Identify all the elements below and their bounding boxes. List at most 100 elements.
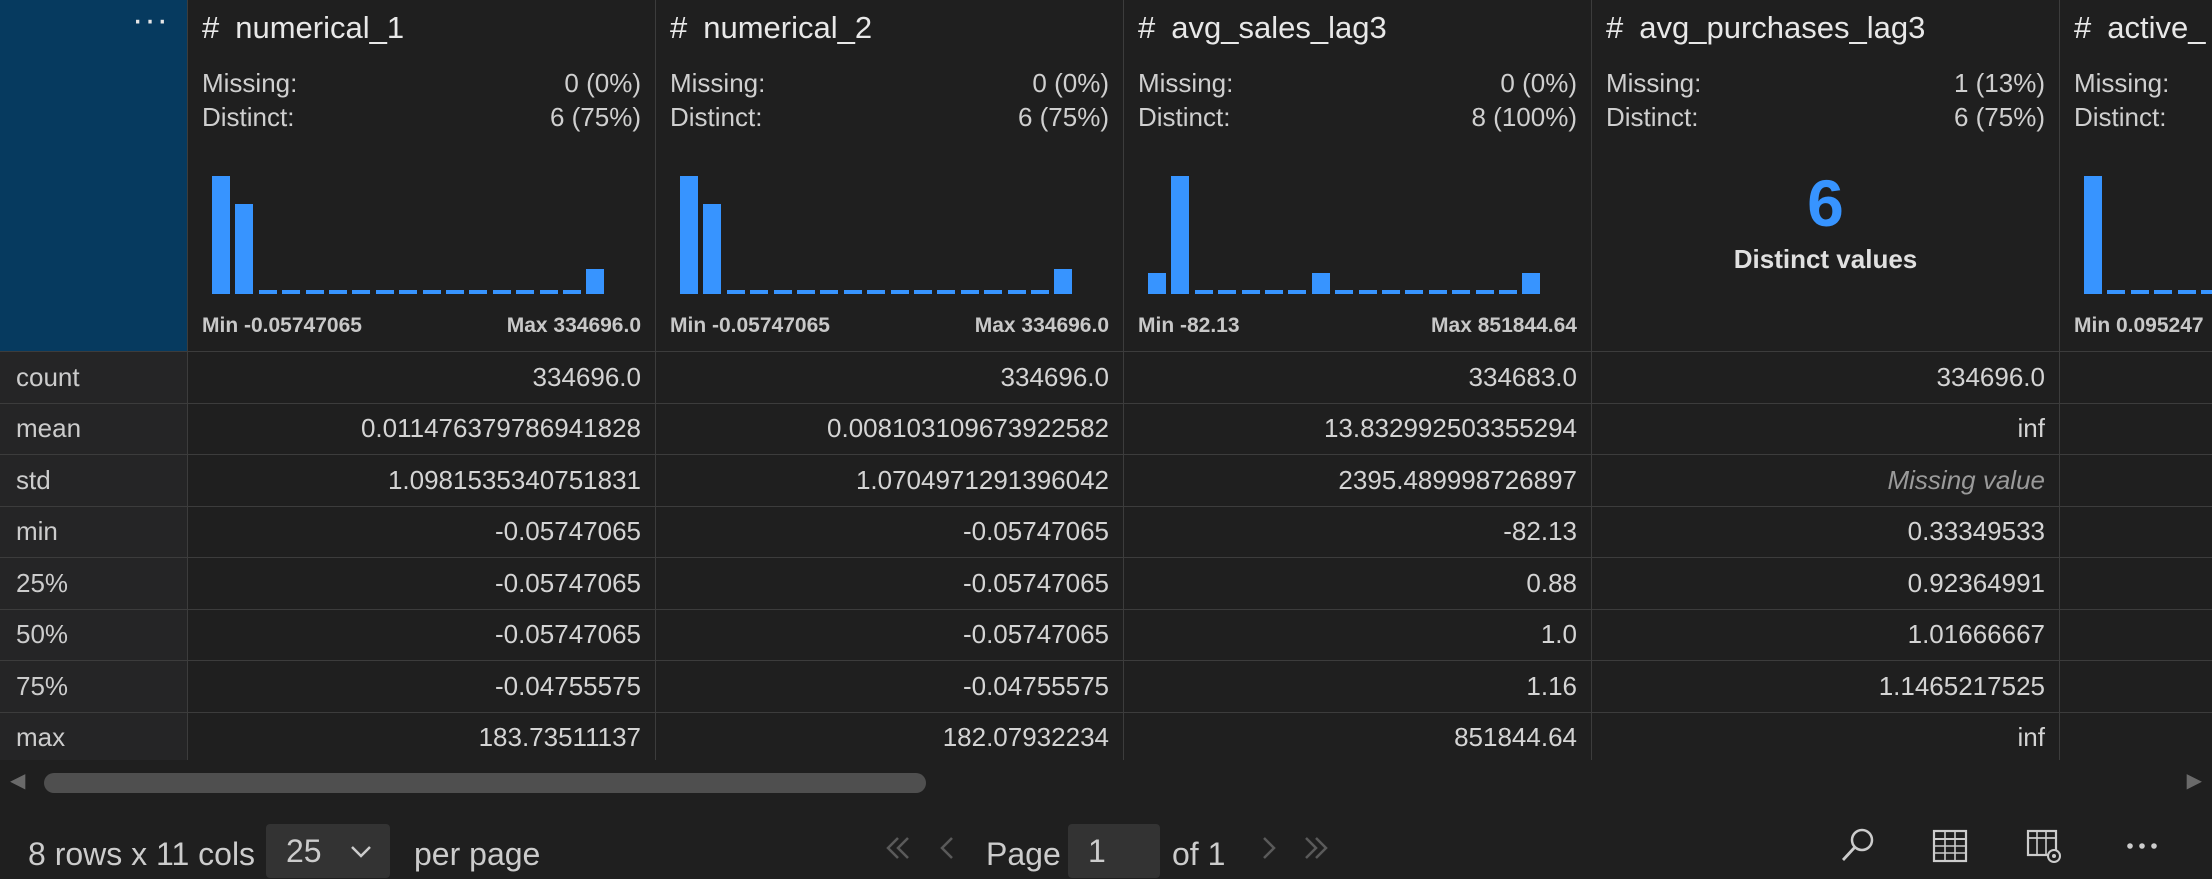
histogram-bar: [703, 204, 722, 294]
per-page-select[interactable]: 25: [266, 824, 390, 878]
table-cell[interactable]: -0.05747065: [656, 609, 1124, 661]
scrollbar-thumb[interactable]: [44, 773, 926, 793]
table-cell[interactable]: 0.33349533: [1592, 506, 2060, 558]
histogram-bar: [352, 290, 371, 294]
histogram-bar: [235, 204, 254, 294]
table-cell[interactable]: -0.05747065: [656, 506, 1124, 558]
histogram-bar: [843, 290, 862, 294]
column-header-active[interactable]: # active_ Missing: Distinct: Min 0.095247: [2060, 0, 2212, 352]
table-cell[interactable]: 182.07932234: [656, 712, 1124, 760]
table-cell[interactable]: 1.0704971291396042: [656, 455, 1124, 507]
histogram-bar: [329, 290, 347, 294]
distinct-stat: Distinct: 6 (75%): [202, 102, 641, 133]
table-cell[interactable]: 334683.0: [1124, 352, 1592, 404]
table-cell[interactable]: -0.04755575: [188, 661, 656, 713]
table-cell[interactable]: [2060, 558, 2212, 610]
histogram-bar: [890, 290, 909, 294]
histogram-bar: [1218, 290, 1237, 294]
column-header-numerical-2[interactable]: # numerical_2 Missing: 0 (0%) Distinct: 6 (…: [656, 0, 1124, 352]
distinct-label: Distinct:: [2074, 102, 2167, 132]
table-cell[interactable]: 334696.0: [1592, 352, 2060, 404]
table-cell[interactable]: -0.04755575: [656, 661, 1124, 713]
missing-stat: Missing:: [2074, 68, 2212, 99]
histogram-bar: [937, 290, 956, 294]
column-header-numerical-1[interactable]: # numerical_1 Missing: 0 (0%) Distinct: 6 (…: [188, 0, 656, 352]
table-cell[interactable]: 0.008103109673922582: [656, 403, 1124, 455]
table-cell[interactable]: 334696.0: [656, 352, 1124, 404]
scroll-right-icon[interactable]: ▶: [2187, 768, 2202, 793]
histogram-bar: [1031, 290, 1049, 294]
search-icon[interactable]: [1836, 824, 1880, 868]
table-settings-icon[interactable]: [2022, 824, 2066, 868]
row-label-min: min: [0, 506, 188, 558]
histogram-bar: [1148, 272, 1166, 294]
histogram: [1148, 170, 1588, 294]
column-title: # numerical_1: [202, 10, 404, 46]
more-icon[interactable]: [2120, 824, 2164, 868]
table-cell[interactable]: 1.1465217525: [1592, 661, 2060, 713]
histogram-bar: [586, 269, 605, 294]
table-icon[interactable]: [1928, 824, 1972, 868]
table-cell[interactable]: 1.01666667: [1592, 609, 2060, 661]
histogram-bar: [1288, 290, 1307, 294]
first-page-icon[interactable]: [880, 830, 916, 866]
missing-value-cell[interactable]: Missing value: [1592, 455, 2060, 507]
column-name: avg_sales_lag3: [1171, 10, 1387, 45]
table-cell[interactable]: -0.05747065: [656, 558, 1124, 610]
table-cell[interactable]: 334696.0: [188, 352, 656, 404]
table-cell[interactable]: [2060, 404, 2212, 455]
histogram-bar: [446, 290, 464, 294]
table-cell[interactable]: 2395.489998726897: [1124, 455, 1592, 507]
table-cell[interactable]: 1.16: [1124, 661, 1592, 713]
histogram-bar: [984, 290, 1003, 294]
table-cell[interactable]: 0.011476379786941828: [188, 403, 656, 455]
table-cell[interactable]: [2060, 507, 2212, 558]
distinct-values-caption: Distinct values: [1733, 244, 1918, 274]
histogram-bar: [2130, 290, 2149, 294]
prev-page-icon[interactable]: [930, 830, 966, 866]
table-cell[interactable]: 0.88: [1124, 558, 1592, 610]
data-grid-viewport: ··· # numerical_1 Missing: 0 (0%) Distinct…: [0, 0, 2212, 760]
table-cell[interactable]: 1.0: [1124, 609, 1592, 661]
histogram-bar: [539, 290, 558, 294]
table-cell[interactable]: -0.05747065: [188, 558, 656, 610]
histogram-bar: [1382, 290, 1400, 294]
horizontal-scrollbar[interactable]: ◀ ▶: [0, 764, 2212, 800]
column-name: active_: [2107, 10, 2206, 45]
scroll-left-icon[interactable]: ◀: [10, 768, 25, 793]
table-cell[interactable]: 1.0981535340751831: [188, 455, 656, 507]
table-cell[interactable]: [2060, 713, 2212, 761]
table-cell[interactable]: [2060, 455, 2212, 507]
distinct-value: 6 (75%): [1017, 102, 1109, 132]
table-cell[interactable]: inf: [1592, 403, 2060, 455]
histogram-bar: [1054, 269, 1073, 294]
table-cell[interactable]: 851844.64: [1124, 712, 1592, 760]
histogram: [212, 170, 652, 294]
table-cell[interactable]: 0.92364991: [1592, 558, 2060, 610]
table-cell[interactable]: -0.05747065: [188, 609, 656, 661]
histogram-bar: [750, 290, 769, 294]
table-cell[interactable]: [2060, 661, 2212, 713]
histogram-bar: [797, 290, 815, 294]
table-cell[interactable]: 13.832992503355294: [1124, 403, 1592, 455]
missing-stat: Missing: 0 (0%): [670, 68, 1109, 99]
histogram-bar: [212, 176, 230, 294]
table-cell[interactable]: inf: [1592, 712, 2060, 760]
table-cell[interactable]: -0.05747065: [188, 506, 656, 558]
last-page-icon[interactable]: [1298, 830, 1334, 866]
table-cell[interactable]: -82.13: [1124, 506, 1592, 558]
table-cell[interactable]: [2060, 610, 2212, 661]
table-cell[interactable]: [2060, 352, 2212, 404]
page-label: Page: [986, 836, 1061, 872]
distinct-label: Distinct:: [1606, 102, 1699, 132]
histogram-bar: [960, 290, 979, 294]
next-page-icon[interactable]: [1250, 830, 1286, 866]
histogram: [680, 170, 1120, 294]
row-label-mean: mean: [0, 403, 188, 455]
column-header-avg-purchases-lag3[interactable]: # avg_purchases_lag3 Missing: 1 (13%) Dist…: [1592, 0, 2060, 352]
table-cell[interactable]: 183.73511137: [188, 712, 656, 760]
corner-menu-icon[interactable]: ···: [132, 0, 169, 40]
page-number-input[interactable]: 1: [1068, 824, 1160, 878]
max-label: Max 334696.0: [506, 314, 641, 337]
column-header-avg-sales-lag3[interactable]: # avg_sales_lag3 Missing: 0 (0%) Distinct:…: [1124, 0, 1592, 352]
